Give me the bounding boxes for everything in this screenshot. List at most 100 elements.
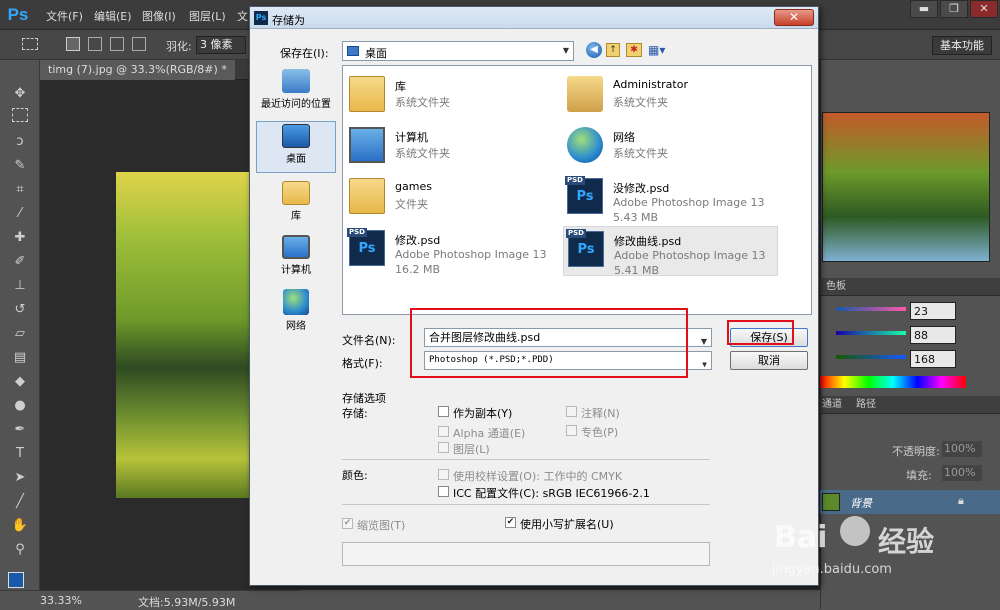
computer-icon — [282, 235, 310, 259]
tab-channels[interactable]: 通道 — [822, 396, 842, 414]
eraser-icon[interactable]: ▱ — [10, 324, 30, 344]
copy-checkbox[interactable] — [438, 406, 449, 417]
dialog-close-button[interactable]: ✕ — [774, 9, 814, 26]
color-panel-header[interactable]: 色板 — [820, 278, 1000, 296]
thumbnail-label: 缩览图(T) — [357, 519, 406, 532]
file-type: 系统文件夹 — [613, 96, 668, 109]
menu-file[interactable]: 文件(F) — [46, 8, 83, 24]
dodge-tool-icon[interactable]: ● — [10, 396, 30, 416]
place-label: 最近访问的位置 — [261, 99, 331, 110]
file-item-games[interactable]: games 文件夹 — [345, 174, 560, 218]
place-recent[interactable]: 最近访问的位置 — [256, 67, 336, 119]
color-label: 颜色: — [342, 469, 368, 482]
marquee-tool-icon[interactable] — [12, 108, 28, 122]
spot-label: 专色(P) — [581, 426, 619, 439]
view-menu-icon[interactable]: ▦▾ — [648, 42, 672, 58]
file-item-psd[interactable]: Ps 修改.psd Adobe Photoshop Image 13 16.2 … — [345, 226, 560, 276]
zoom-tool-icon[interactable]: ⚲ — [10, 540, 30, 560]
place-computer[interactable]: 计算机 — [256, 233, 336, 285]
feather-input[interactable]: 3 像素 — [196, 36, 246, 54]
file-item-computer[interactable]: 计算机 系统文件夹 — [345, 123, 560, 167]
tab-paths[interactable]: 路径 — [856, 396, 876, 414]
file-name: 计算机 — [395, 131, 428, 144]
back-icon[interactable]: ◀ — [586, 42, 602, 58]
file-size: 16.2 MB — [395, 263, 441, 276]
desktop-small-icon — [347, 46, 359, 56]
color-spectrum[interactable] — [820, 376, 966, 388]
save-in-dropdown[interactable]: 桌面 ▼ — [342, 41, 574, 61]
save-in-label: 保存在(I): — [280, 47, 329, 60]
zoom-level[interactable]: 33.33% — [40, 594, 82, 607]
green-value[interactable]: 88 — [910, 326, 956, 344]
fill-input[interactable]: 100% — [942, 465, 982, 481]
file-item-libraries[interactable]: 库 系统文件夹 — [345, 72, 560, 116]
watermark-brand2: 经验 — [878, 525, 935, 558]
up-folder-icon[interactable]: ↑ — [606, 43, 620, 57]
quick-select-icon[interactable]: ✎ — [10, 156, 30, 176]
crop-tool-icon[interactable]: ⌗ — [10, 180, 30, 200]
lowercase-checkbox[interactable]: ✔ — [505, 517, 516, 528]
hand-tool-icon[interactable]: ✋ — [10, 516, 30, 536]
gradient-icon[interactable]: ▤ — [10, 348, 30, 368]
red-value[interactable]: 23 — [910, 302, 956, 320]
red-slider[interactable] — [836, 307, 906, 311]
new-selection-icon[interactable] — [66, 37, 80, 51]
eyedropper-icon[interactable]: ⁄ — [10, 204, 30, 224]
menu-layer[interactable]: 图层(L) — [189, 8, 226, 24]
foreground-color-swatch[interactable] — [8, 572, 24, 588]
marquee-icon[interactable] — [22, 38, 38, 50]
pen-tool-icon[interactable]: ✒ — [10, 420, 30, 440]
blue-slider[interactable] — [836, 355, 906, 359]
workspace-button[interactable]: 基本功能 — [932, 36, 992, 55]
menu-edit[interactable]: 编辑(E) — [94, 8, 132, 24]
intersect-selection-icon[interactable] — [132, 37, 146, 51]
network-icon — [567, 127, 603, 163]
restore-icon[interactable]: ❐ — [940, 0, 968, 18]
file-item-psd[interactable]: Ps 没修改.psd Adobe Photoshop Image 13 5.43… — [563, 174, 778, 224]
watermark-url: jingyan.baidu.com — [772, 562, 892, 577]
places-bar: 最近访问的位置 桌面 库 计算机 网络 — [256, 65, 336, 332]
blue-value[interactable]: 168 — [910, 350, 956, 368]
new-folder-icon[interactable]: ✱ — [626, 43, 642, 57]
menu-text[interactable]: 文 — [237, 8, 248, 24]
line-tool-icon[interactable]: ╱ — [10, 492, 30, 512]
document-image[interactable] — [116, 172, 251, 498]
stamp-tool-icon[interactable]: ⊥ — [10, 276, 30, 296]
cancel-button[interactable]: 取消 — [730, 351, 808, 370]
document-tab[interactable]: timg (7).jpg @ 33.3%(RGB/8#) * — [40, 60, 235, 80]
thumbnail-checkbox: ✔ — [342, 518, 353, 529]
file-name: 库 — [395, 80, 406, 93]
place-label: 计算机 — [281, 265, 311, 276]
dialog-title: 存储为 — [272, 14, 305, 27]
opacity-input[interactable]: 100% — [942, 441, 982, 457]
minimize-icon[interactable]: ▬ — [910, 0, 938, 18]
move-tool-icon[interactable]: ✥ — [10, 84, 30, 104]
photoshop-logo: Ps — [7, 5, 29, 24]
close-app-icon[interactable]: ✕ — [970, 0, 998, 18]
history-brush-icon[interactable]: ↺ — [10, 300, 30, 320]
place-network[interactable]: 网络 — [256, 287, 336, 339]
navigator-thumbnail[interactable] — [822, 112, 990, 262]
add-selection-icon[interactable] — [88, 37, 102, 51]
highlight-box — [727, 320, 794, 345]
place-libraries[interactable]: 库 — [256, 179, 336, 231]
healing-icon[interactable]: ✚ — [10, 228, 30, 248]
brush-tool-icon[interactable]: ✐ — [10, 252, 30, 272]
menu-image[interactable]: 图像(I) — [142, 8, 176, 24]
blur-tool-icon[interactable]: ◆ — [10, 372, 30, 392]
subtract-selection-icon[interactable] — [110, 37, 124, 51]
file-size: 5.41 MB — [614, 264, 660, 277]
place-desktop[interactable]: 桌面 — [256, 121, 336, 173]
type-tool-icon[interactable]: T — [10, 444, 30, 464]
proof-label: 使用校样设置(O): 工作中的 CMYK — [453, 470, 623, 483]
opacity-label: 不透明度: — [892, 445, 940, 458]
icc-checkbox[interactable] — [438, 486, 449, 497]
file-type: Adobe Photoshop Image 13 — [614, 249, 766, 262]
network-icon — [283, 289, 309, 315]
file-item-psd-selected[interactable]: Ps 修改曲线.psd Adobe Photoshop Image 13 5.4… — [563, 226, 778, 277]
green-slider[interactable] — [836, 331, 906, 335]
file-item-administrator[interactable]: Administrator 系统文件夹 — [563, 72, 778, 116]
path-select-icon[interactable]: ➤ — [10, 468, 30, 488]
file-item-network[interactable]: 网络 系统文件夹 — [563, 123, 778, 167]
lasso-tool-icon[interactable]: ↄ — [10, 132, 30, 152]
